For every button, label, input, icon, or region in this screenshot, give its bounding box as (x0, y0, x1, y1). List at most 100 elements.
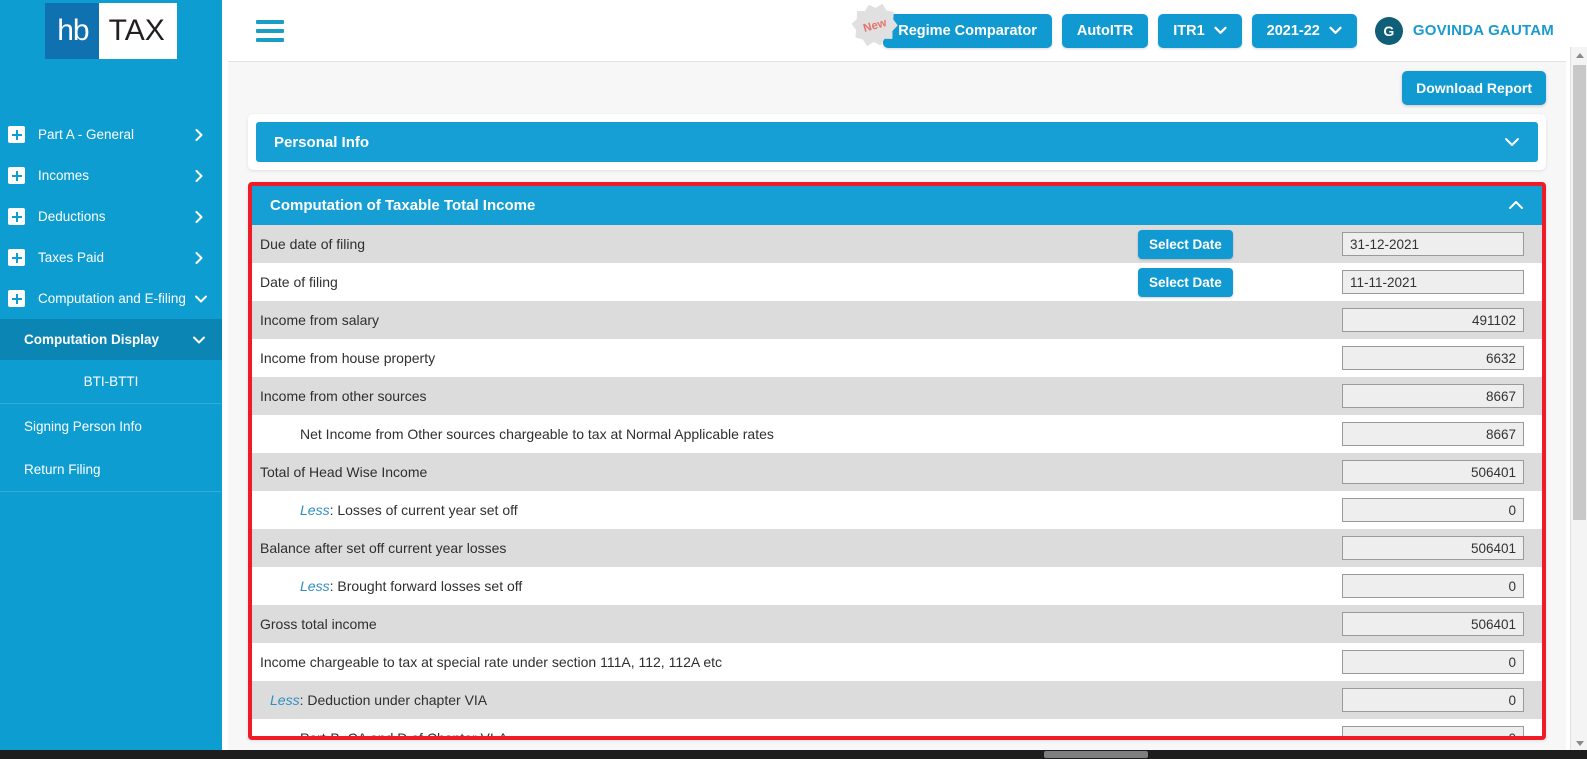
sidebar-item-label: Part A - General (38, 126, 135, 142)
computation-panel-title: Computation of Taxable Total Income (270, 197, 536, 214)
row-value-cell (1338, 536, 1524, 560)
header-actions: New Regime Comparator AutoITR ITR1 2021-… (883, 14, 1566, 48)
computation-panel: Computation of Taxable Total Income Due … (248, 182, 1546, 740)
row-value-cell (1338, 384, 1524, 408)
computation-row: Income from other sources (252, 377, 1542, 415)
avatar: G (1374, 16, 1403, 45)
row-value-input[interactable] (1342, 688, 1524, 712)
computation-row: Income from salary (252, 301, 1542, 339)
computation-row: Less: Deduction under chapter VIA (252, 681, 1542, 719)
row-label: Less: Deduction under chapter VIA (270, 691, 488, 708)
computation-panel-header[interactable]: Computation of Taxable Total Income (252, 186, 1542, 225)
sidebar-item-bti-btti[interactable]: BTI-BTTI (0, 360, 222, 404)
row-action-cell: Select Date (1138, 267, 1338, 297)
sidebar-item-computation-display[interactable]: Computation Display (0, 319, 222, 360)
row-label: Income from salary (260, 311, 380, 328)
row-value-input[interactable] (1342, 726, 1524, 736)
sidebar-item-part-a-general[interactable]: Part A - General (0, 114, 222, 155)
row-value-input[interactable] (1342, 384, 1524, 408)
app-logo[interactable]: hb TAX (0, 0, 222, 62)
row-value-input[interactable] (1342, 650, 1524, 674)
row-value-input[interactable] (1342, 270, 1524, 294)
sidebar-item-computation-and-e-filing[interactable]: Computation and E-filing (0, 278, 222, 319)
vertical-scrollbar[interactable] (1570, 47, 1587, 752)
sidebar-item-deductions[interactable]: Deductions (0, 196, 222, 237)
sidebar: hb TAX Part A - General Incomes Deductio… (0, 0, 222, 750)
scroll-up-arrow-icon[interactable] (1571, 47, 1587, 64)
chevron-right-icon (195, 128, 208, 141)
computation-row: Net Income from Other sources chargeable… (252, 415, 1542, 453)
personal-info-panel: Personal Info (248, 114, 1546, 170)
computation-row: Income from house property (252, 339, 1542, 377)
row-value-cell (1338, 270, 1524, 294)
chevron-right-icon (195, 169, 208, 182)
row-label: Income from house property (260, 349, 436, 366)
chevron-right-icon (195, 251, 208, 264)
row-value-input[interactable] (1342, 574, 1524, 598)
row-label: Total of Head Wise Income (260, 463, 428, 480)
itr-type-select[interactable]: ITR1 (1158, 13, 1242, 48)
chevron-down-icon (1329, 23, 1342, 39)
auto-itr-button[interactable]: AutoITR (1061, 13, 1149, 48)
assessment-year-select[interactable]: 2021-22 (1251, 13, 1357, 48)
row-label: Gross total income (260, 615, 377, 632)
row-label: Less: Brought forward losses set off (300, 577, 523, 594)
row-value-input[interactable] (1342, 422, 1524, 446)
chevron-up-icon[interactable] (1508, 198, 1524, 213)
vertical-scrollbar-thumb[interactable] (1573, 65, 1586, 520)
regime-comparator-wrapper: New Regime Comparator (883, 14, 1052, 48)
sidebar-subitem-label: BTI-BTTI (83, 374, 139, 389)
select-date-button[interactable]: Select Date (1138, 267, 1233, 297)
row-value-cell (1338, 460, 1524, 484)
scrollbar-top-spacer (1570, 0, 1587, 47)
row-value-cell (1338, 308, 1524, 332)
chevron-down-icon[interactable] (1504, 135, 1520, 150)
computation-row: Total of Head Wise Income (252, 453, 1542, 491)
row-value-input[interactable] (1342, 498, 1524, 522)
auto-itr-label: AutoITR (1076, 22, 1134, 39)
sidebar-item-signing-person-info[interactable]: Signing Person Info (0, 404, 222, 448)
row-value-input[interactable] (1342, 536, 1524, 560)
plus-icon (8, 167, 25, 184)
row-value-cell (1338, 498, 1524, 522)
hamburger-icon[interactable] (252, 16, 288, 46)
row-label-text: Losses of current year set off (337, 501, 518, 518)
row-label: Date of filing (260, 273, 338, 290)
row-value-input[interactable] (1342, 460, 1524, 484)
row-value-input[interactable] (1342, 346, 1524, 370)
sidebar-item-label: Incomes (38, 167, 90, 183)
row-label-text: Brought forward losses set off (337, 577, 523, 594)
row-label-prefix: Less (270, 691, 300, 708)
sidebar-item-label: Return Filing (24, 462, 101, 477)
chevron-down-icon (1214, 23, 1227, 39)
sidebar-item-label: Taxes Paid (38, 249, 105, 265)
sidebar-item-return-filing[interactable]: Return Filing (0, 448, 222, 492)
select-date-button[interactable]: Select Date (1138, 229, 1233, 259)
sidebar-item-taxes-paid[interactable]: Taxes Paid (0, 237, 222, 278)
row-label: Balance after set off current year losse… (260, 539, 507, 556)
application-root: hb TAX Part A - General Incomes Deductio… (0, 0, 1587, 759)
plus-icon (8, 249, 25, 266)
row-value-input[interactable] (1342, 232, 1524, 256)
assessment-year-label: 2021-22 (1266, 22, 1320, 39)
row-value-input[interactable] (1342, 612, 1524, 636)
row-value-input[interactable] (1342, 308, 1524, 332)
personal-info-header[interactable]: Personal Info (256, 122, 1538, 162)
computation-row: Gross total income (252, 605, 1542, 643)
plus-icon (8, 290, 25, 307)
computation-row: Less: Losses of current year set off (252, 491, 1542, 529)
new-badge-label: New (862, 16, 889, 35)
row-label: Part-B, CA and D of Chapter VI-A (300, 729, 508, 740)
content-toolbar: Download Report (248, 62, 1546, 114)
row-value-cell (1338, 650, 1524, 674)
horizontal-scrollbar-thumb[interactable] (1044, 751, 1148, 758)
bottom-bar (0, 750, 1587, 759)
user-menu[interactable]: G GOVINDA GAUTAM (1374, 16, 1554, 45)
personal-info-title: Personal Info (274, 133, 370, 151)
plus-icon (8, 126, 25, 143)
sidebar-item-incomes[interactable]: Incomes (0, 155, 222, 196)
user-name: GOVINDA GAUTAM (1412, 22, 1554, 39)
download-report-button[interactable]: Download Report (1402, 71, 1546, 105)
regime-comparator-button[interactable]: Regime Comparator (883, 13, 1052, 48)
computation-row: Part-B, CA and D of Chapter VI-A (252, 719, 1542, 740)
